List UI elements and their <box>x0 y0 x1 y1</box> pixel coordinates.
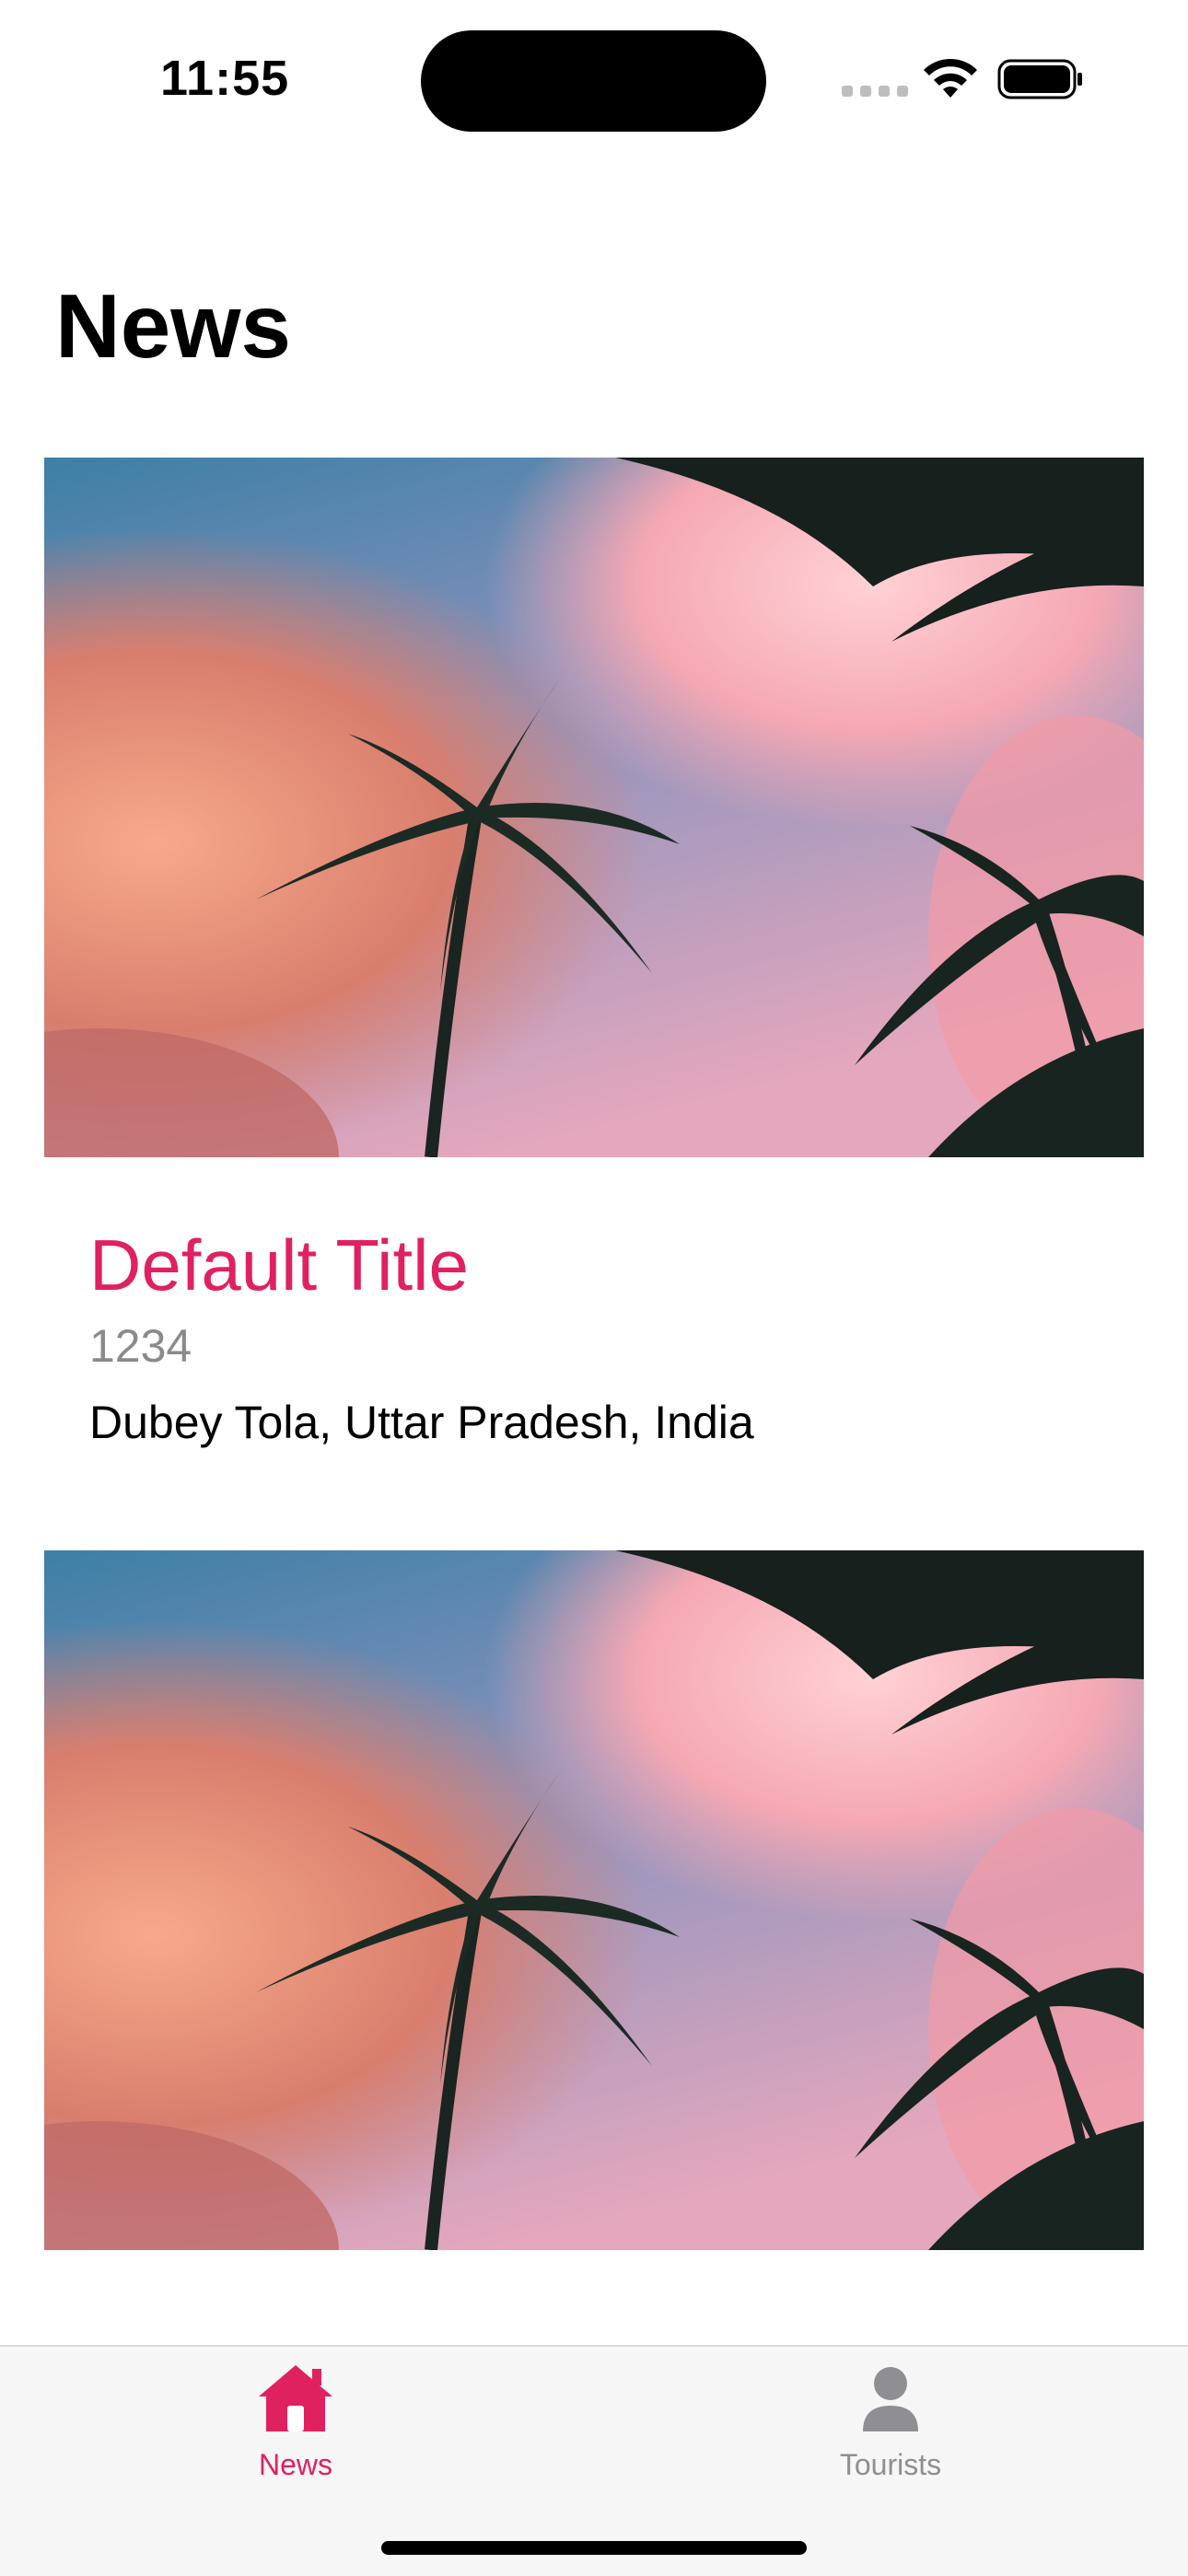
news-card-image[interactable] <box>44 1550 1144 2250</box>
tab-news[interactable]: News <box>204 2361 388 2490</box>
palm-trees-sunset-image <box>44 458 1144 1157</box>
house-icon <box>259 2365 332 2431</box>
news-card-location: Dubey Tola, Uttar Pradesh, India <box>89 1397 754 1448</box>
cellular-signal-icon <box>842 86 908 97</box>
news-card-number: 1234 <box>89 1320 192 1372</box>
tab-news-label: News <box>258 2448 332 2481</box>
wifi-icon <box>924 58 977 98</box>
news-card-title[interactable]: Default Title <box>89 1229 469 1301</box>
news-card-image[interactable] <box>44 458 1144 1157</box>
home-indicator[interactable] <box>381 2541 807 2555</box>
battery-icon <box>997 59 1082 99</box>
dynamic-island <box>421 30 766 132</box>
status-bar: 11:55 <box>0 0 1188 157</box>
tab-bar: News Tourists <box>0 2345 1188 2576</box>
person-icon <box>863 2367 918 2431</box>
tab-tourists[interactable]: Tourists <box>798 2361 983 2490</box>
palm-trees-sunset-image <box>44 1550 1144 2250</box>
status-time: 11:55 <box>160 51 290 106</box>
tab-tourists-label: Tourists <box>839 2448 942 2481</box>
page-title: News <box>55 275 292 377</box>
